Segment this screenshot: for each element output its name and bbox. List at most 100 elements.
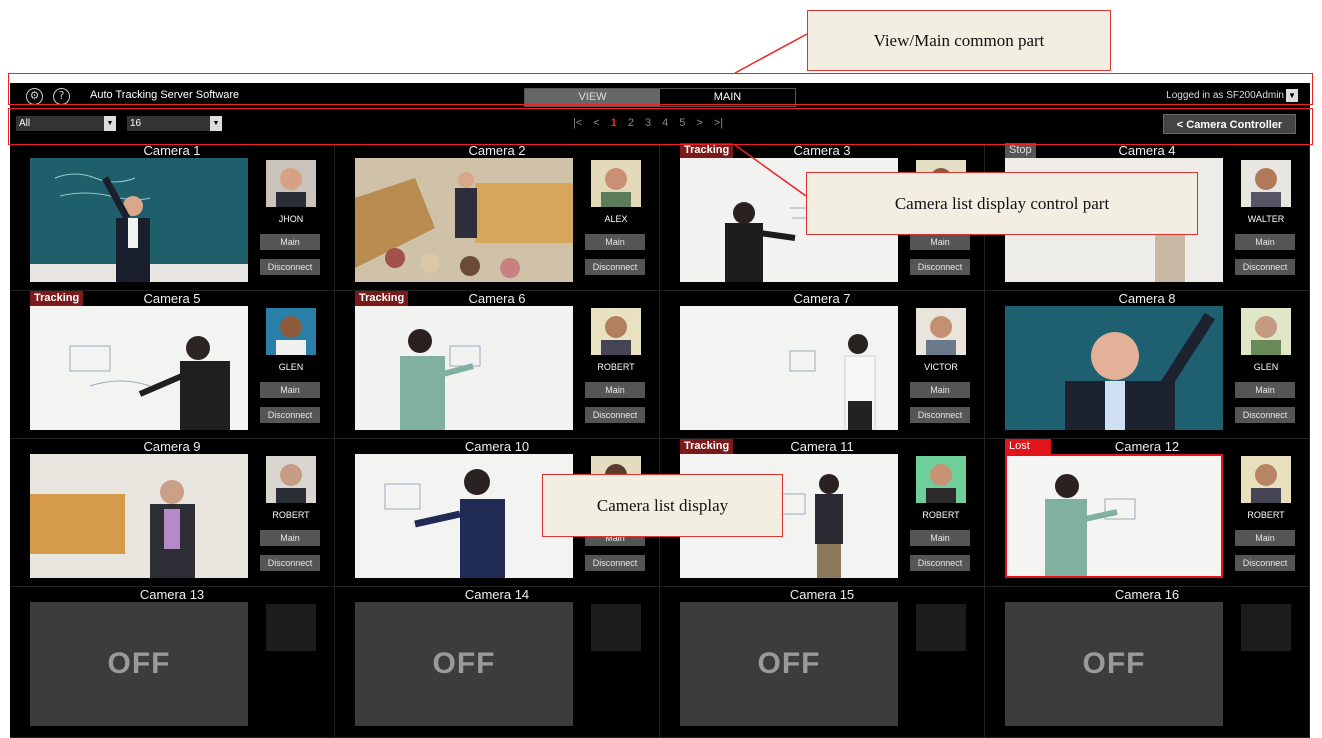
main-button[interactable]: Main (910, 234, 970, 250)
chevron-down-icon[interactable]: ▼ (1286, 89, 1298, 102)
camera-view[interactable]: OFF (680, 602, 898, 726)
camera-feed-image (1005, 454, 1223, 578)
chevron-down-icon: ▼ (210, 116, 222, 131)
camera-cell: Lost Camera 12 ROBERT Main Disconnect (985, 439, 1310, 587)
camera-cell: Tracking Camera 5 GLEN Main Disconnect (10, 291, 335, 439)
camera-feed-image (355, 454, 573, 578)
camera-feed-image (355, 158, 573, 282)
pager-page-2[interactable]: 2 (628, 117, 634, 129)
camera-controller-button[interactable]: < Camera Controller (1163, 114, 1296, 134)
camera-title: Camera 11 (790, 439, 854, 454)
pager: |< < 1 2 3 4 5 > >| (573, 117, 723, 129)
camera-cell: Camera 7 VICTOR Main Disconnect (660, 291, 985, 439)
tab-main[interactable]: MAIN (660, 89, 795, 106)
person-face (1241, 604, 1291, 651)
camera-cell: Camera 16 OFF (985, 587, 1310, 738)
person-face (1241, 160, 1291, 207)
disconnect-button[interactable]: Disconnect (585, 259, 645, 275)
disconnect-button[interactable]: Disconnect (260, 555, 320, 571)
camera-view[interactable] (30, 454, 248, 578)
camera-title: Camera 6 (468, 291, 526, 306)
camera-view[interactable] (355, 306, 573, 430)
camera-view[interactable] (355, 454, 573, 578)
disconnect-button[interactable]: Disconnect (260, 259, 320, 275)
main-button[interactable]: Main (260, 234, 320, 250)
off-label: OFF (757, 647, 821, 680)
main-button[interactable]: Main (1235, 530, 1295, 546)
disconnect-button[interactable]: Disconnect (910, 555, 970, 571)
count-select[interactable]: 16 ▼ (127, 116, 222, 131)
camera-title: Camera 10 (464, 439, 530, 454)
camera-view[interactable] (1005, 306, 1223, 430)
main-button[interactable]: Main (1235, 382, 1295, 398)
camera-cell: Camera 1 JHON Main Disconnect (10, 143, 335, 291)
pager-page-3[interactable]: 3 (645, 117, 651, 129)
camera-view[interactable]: OFF (355, 602, 573, 726)
camera-view[interactable] (680, 306, 898, 430)
pager-next[interactable]: > (696, 117, 702, 129)
app-title: Auto Tracking Server Software (90, 89, 240, 101)
camera-cell: Camera 14 OFF (335, 587, 660, 738)
count-select-value: 16 (130, 118, 142, 129)
camera-view[interactable]: OFF (1005, 602, 1223, 726)
camera-cell: Camera 13 OFF (10, 587, 335, 738)
disconnect-button[interactable]: Disconnect (260, 407, 320, 423)
camera-cell: Camera 9 ROBERT Main Disconnect (10, 439, 335, 587)
camera-view[interactable] (30, 306, 248, 430)
group-select-value: All (19, 118, 31, 129)
main-button[interactable]: Main (260, 530, 320, 546)
pager-first[interactable]: |< (573, 117, 582, 129)
camera-title: Camera 15 (789, 587, 855, 602)
group-select[interactable]: All ▼ (16, 116, 116, 131)
camera-title: Camera 2 (468, 143, 526, 158)
camera-feed-image (680, 306, 898, 430)
camera-feed-image (30, 158, 248, 282)
login-status: Logged in as SF200Admin (1166, 90, 1284, 101)
disconnect-button[interactable]: Disconnect (585, 555, 645, 571)
main-button[interactable]: Main (585, 234, 645, 250)
person-face (916, 456, 966, 503)
pager-prev[interactable]: < (593, 117, 599, 129)
camera-cell: Camera 15 OFF (660, 587, 985, 738)
pager-page-4[interactable]: 4 (662, 117, 668, 129)
person-name: VICTOR (924, 362, 958, 372)
pager-page-1[interactable]: 1 (611, 117, 617, 129)
pager-page-5[interactable]: 5 (679, 117, 685, 129)
disconnect-button[interactable]: Disconnect (1235, 259, 1295, 275)
common-callout-line (734, 33, 808, 74)
disconnect-button[interactable]: Disconnect (910, 407, 970, 423)
tab-view[interactable]: VIEW (525, 89, 660, 106)
camera-title: Camera 3 (793, 143, 851, 158)
camera-title: Camera 5 (143, 291, 201, 306)
main-button[interactable]: Main (910, 530, 970, 546)
camera-cell: Camera 8 GLEN Main Disconnect (985, 291, 1310, 439)
help-icon[interactable]: ? (53, 88, 70, 105)
person-name: JHON (278, 214, 304, 224)
pager-last[interactable]: >| (714, 117, 723, 129)
person-face (266, 160, 316, 207)
disconnect-button[interactable]: Disconnect (1235, 555, 1295, 571)
main-button[interactable]: Main (585, 382, 645, 398)
person-face (266, 308, 316, 355)
main-button[interactable]: Main (1235, 234, 1295, 250)
person-face (591, 160, 641, 207)
main-button[interactable]: Main (260, 382, 320, 398)
gear-icon[interactable]: ⚙ (26, 88, 43, 105)
callout-camera-list: Camera list display (542, 474, 783, 537)
person-face (266, 604, 316, 651)
disconnect-button[interactable]: Disconnect (1235, 407, 1295, 423)
off-label: OFF (432, 647, 496, 680)
camera-view[interactable] (355, 158, 573, 282)
camera-view[interactable] (30, 158, 248, 282)
camera-list-control-bar: All ▼ 16 ▼ |< < 1 2 3 4 5 > >| < Camera … (10, 113, 1310, 135)
camera-title: Camera 14 (464, 587, 530, 602)
camera-feed-image (30, 454, 248, 578)
off-label: OFF (107, 647, 171, 680)
disconnect-button[interactable]: Disconnect (585, 407, 645, 423)
camera-title: Camera 9 (143, 439, 201, 454)
camera-view[interactable] (1005, 454, 1223, 578)
main-button[interactable]: Main (910, 382, 970, 398)
camera-view[interactable]: OFF (30, 602, 248, 726)
disconnect-button[interactable]: Disconnect (910, 259, 970, 275)
camera-feed-image (355, 306, 573, 430)
